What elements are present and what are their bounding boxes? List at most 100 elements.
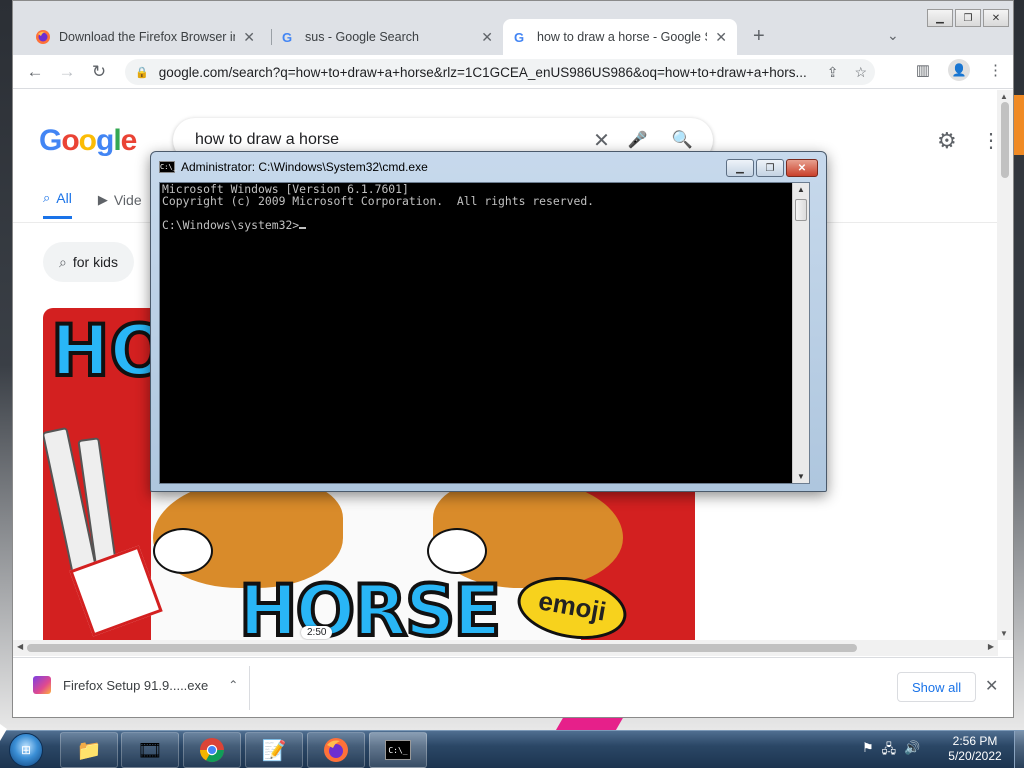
chrome-icon: [200, 738, 224, 763]
text-cursor: [299, 227, 307, 229]
clear-search-icon[interactable]: ✕: [593, 128, 610, 153]
search-icon[interactable]: 🔍: [672, 130, 693, 150]
cmd-console[interactable]: Microsoft Windows [Version 6.1.7601] Copy…: [159, 182, 810, 484]
page-horizontal-scrollbar[interactable]: ◀ ▶: [13, 640, 998, 656]
download-filename: Firefox Setup 91.9.....exe: [63, 677, 209, 693]
console-prompt: C:\Windows\system32>: [162, 218, 300, 232]
reload-icon[interactable]: ↻: [83, 62, 115, 82]
taskbar-app-media-player[interactable]: 🎞: [121, 732, 179, 768]
taskbar-app-explorer[interactable]: 📁: [60, 732, 118, 768]
firefox-icon: [324, 738, 348, 762]
tab-videos-label: Vide: [113, 191, 142, 208]
side-panel-icon[interactable]: ▥: [916, 61, 930, 79]
cmd-output[interactable]: Microsoft Windows [Version 6.1.7601] Copy…: [162, 183, 594, 231]
tab-close-icon[interactable]: ✕: [481, 29, 493, 46]
thumbnail-horse-muzzle: [153, 528, 213, 574]
share-icon[interactable]: ⇪: [827, 64, 839, 81]
maximize-button[interactable]: ❐: [756, 159, 784, 177]
download-item[interactable]: Firefox Setup 91.9.....exe ⌃: [33, 676, 238, 694]
settings-gear-icon[interactable]: ⚙: [937, 128, 957, 154]
tab-all[interactable]: ⌕ All: [43, 190, 72, 219]
toolbar-right: ▥ 👤 ⋮: [898, 59, 1003, 81]
search-input[interactable]: how to draw a horse: [195, 131, 593, 149]
scroll-right-arrow-icon[interactable]: ▶: [988, 642, 994, 651]
scroll-thumb[interactable]: [795, 199, 807, 221]
tab-title: how to draw a horse - Google Se: [537, 30, 708, 44]
desktop-wallpaper-accent-2: [555, 716, 625, 730]
tab-title: Download the Firefox Browser in: [59, 30, 236, 44]
start-button[interactable]: ⊞: [6, 731, 46, 768]
mouse-cursor: [0, 724, 7, 741]
bookmark-star-icon[interactable]: ☆: [854, 64, 867, 81]
taskbar: ⊞ 📁 🎞 📝 C:\_ ⚑ 🖧 🔊 2:56 PM 5/20/2022: [0, 730, 1024, 768]
minimize-button[interactable]: ▁: [927, 9, 953, 27]
scroll-thumb[interactable]: [27, 644, 857, 652]
scroll-thumb[interactable]: [1001, 102, 1009, 178]
thumbnail-horse-muzzle: [427, 528, 487, 574]
chip-label: for kids: [72, 254, 118, 270]
svg-text:G: G: [282, 30, 292, 44]
profile-avatar-icon[interactable]: 👤: [948, 59, 970, 81]
cmd-title-bar[interactable]: C:\_ Administrator: C:\Windows\System32\…: [159, 160, 428, 174]
google-logo[interactable]: Google: [39, 124, 137, 158]
chevron-up-icon[interactable]: ⌃: [228, 678, 238, 692]
taskbar-app-notepad[interactable]: 📝: [245, 732, 303, 768]
tab-draw-horse[interactable]: G how to draw a horse - Google Se ✕: [503, 19, 737, 55]
scroll-up-arrow-icon[interactable]: ▲: [1000, 92, 1008, 101]
clock-date: 5/20/2022: [948, 749, 1002, 763]
cmd-window-controls: ▁ ❐ ✕: [724, 159, 818, 177]
download-separator: [249, 666, 250, 710]
tab-search-chevron-icon[interactable]: ⌄: [887, 27, 899, 44]
video-icon: ▶: [97, 191, 108, 207]
tab-videos[interactable]: ▶ Vide: [98, 190, 142, 219]
cmd-icon: C:\_: [385, 740, 411, 760]
action-center-flag-icon[interactable]: ⚑: [862, 740, 874, 762]
search-nav-tabs: ⌕ All ▶ Vide: [43, 190, 168, 219]
page-vertical-scrollbar[interactable]: ▲ ▼: [997, 90, 1013, 640]
notepad-icon: 📝: [261, 739, 287, 762]
microphone-icon[interactable]: 🎤: [628, 130, 648, 150]
apps-menu-icon[interactable]: ⋮: [981, 128, 998, 153]
cmd-scrollbar[interactable]: ▲ ▼: [792, 183, 809, 483]
close-download-shelf-icon[interactable]: ✕: [985, 676, 998, 696]
browser-toolbar: ← → ↻ 🔒 google.com/search?q=how+to+draw+…: [13, 55, 1013, 89]
cmd-title: Administrator: C:\Windows\System32\cmd.e…: [181, 160, 428, 174]
new-tab-button[interactable]: +: [753, 25, 765, 48]
refine-chip-for-kids[interactable]: ⌕ for kids: [43, 242, 134, 282]
taskbar-app-cmd[interactable]: C:\_: [369, 732, 427, 768]
back-arrow-icon[interactable]: ←: [19, 62, 51, 82]
address-bar[interactable]: 🔒 google.com/search?q=how+to+draw+a+hors…: [125, 59, 875, 85]
lock-icon[interactable]: 🔒: [135, 66, 149, 79]
show-desktop-button[interactable]: [1014, 731, 1024, 768]
close-button[interactable]: ✕: [786, 159, 818, 177]
tab-close-icon[interactable]: ✕: [243, 29, 255, 46]
taskbar-app-firefox[interactable]: [307, 732, 365, 768]
clock-time: 2:56 PM: [952, 734, 998, 748]
cmd-window[interactable]: C:\_ Administrator: C:\Windows\System32\…: [150, 151, 827, 492]
tab-all-label: All: [56, 190, 72, 206]
close-button[interactable]: ✕: [983, 9, 1009, 27]
volume-icon[interactable]: 🔊: [904, 740, 920, 762]
maximize-button[interactable]: ❐: [955, 9, 981, 27]
show-all-button[interactable]: Show all: [897, 672, 977, 702]
taskbar-app-chrome[interactable]: [183, 732, 241, 768]
scroll-down-arrow-icon[interactable]: ▼: [1000, 629, 1008, 638]
scroll-up-arrow-icon[interactable]: ▲: [797, 185, 805, 194]
download-shelf: Firefox Setup 91.9.....exe ⌃ Show all ✕: [13, 657, 1013, 717]
minimize-button[interactable]: ▁: [726, 159, 754, 177]
scroll-down-arrow-icon[interactable]: ▼: [797, 472, 805, 481]
forward-arrow-icon[interactable]: →: [51, 62, 83, 82]
chrome-menu-icon[interactable]: ⋮: [988, 61, 1003, 79]
scroll-left-arrow-icon[interactable]: ◀: [17, 642, 23, 651]
tab-close-icon[interactable]: ✕: [715, 29, 727, 46]
thumbnail-horse-text: HORSE: [237, 568, 503, 640]
tab-firefox-download[interactable]: Download the Firefox Browser in ✕: [25, 19, 265, 55]
system-clock[interactable]: 2:56 PM 5/20/2022: [940, 734, 1010, 764]
google-icon: G: [281, 29, 297, 45]
tab-title: sus - Google Search: [305, 30, 419, 44]
firefox-icon: [35, 29, 51, 45]
network-icon[interactable]: 🖧: [882, 740, 897, 762]
address-url[interactable]: google.com/search?q=how+to+draw+a+horse&…: [159, 65, 819, 80]
tab-sus-search[interactable]: G sus - Google Search ✕: [271, 19, 503, 55]
prompt-line: C:\Windows\system32>: [162, 219, 594, 231]
